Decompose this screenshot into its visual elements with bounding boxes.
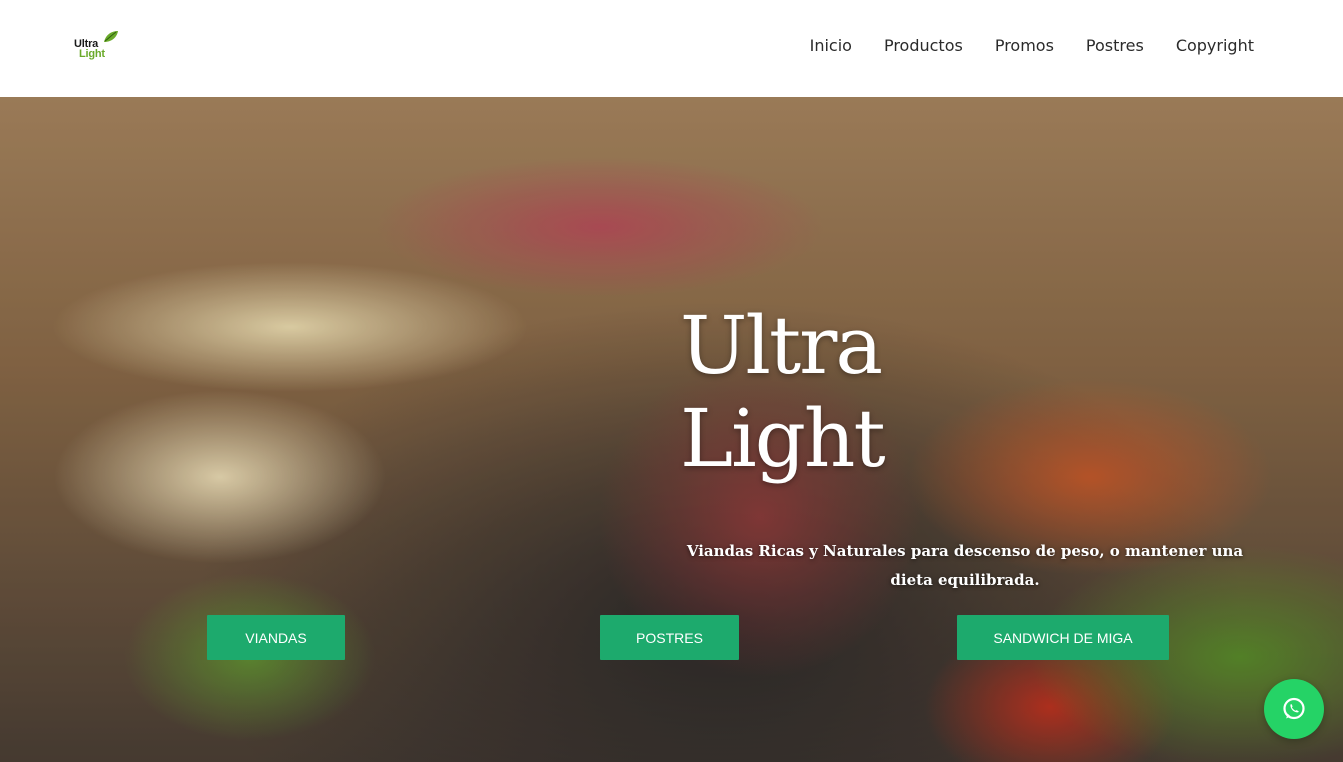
whatsapp-button[interactable] xyxy=(1264,679,1324,739)
hero-title: Ultra Light xyxy=(680,299,1000,485)
hero-subtitle: Viandas Ricas y Naturales para descenso … xyxy=(686,542,1244,589)
main-nav: Inicio Productos Promos Postres Copyrigh… xyxy=(778,36,1254,56)
viandas-button[interactable]: VIANDAS xyxy=(207,615,345,660)
hero-title-line1: Ultra xyxy=(680,299,883,392)
brand-logo[interactable]: Ultra Light xyxy=(72,30,122,64)
whatsapp-icon xyxy=(1283,697,1305,720)
sandwich-de-miga-button[interactable]: SANDWICH DE MIGA xyxy=(957,615,1169,660)
logo-text-light: Light xyxy=(79,48,105,60)
hero-background-image xyxy=(0,97,1343,762)
site-header: Ultra Light Inicio Productos Promos Post… xyxy=(0,0,1343,97)
nav-item-copyright[interactable]: Copyright xyxy=(1176,36,1254,56)
postres-button[interactable]: POSTRES xyxy=(600,615,739,660)
hero-title-line2: Light xyxy=(680,392,886,485)
nav-item-promos[interactable]: Promos xyxy=(995,36,1054,56)
nav-item-postres[interactable]: Postres xyxy=(1086,36,1144,56)
nav-item-productos[interactable]: Productos xyxy=(884,36,963,56)
hero-section: Ultra Light Viandas Ricas y Naturales pa… xyxy=(0,97,1343,762)
leaf-icon xyxy=(104,31,118,42)
nav-item-inicio[interactable]: Inicio xyxy=(810,36,852,56)
